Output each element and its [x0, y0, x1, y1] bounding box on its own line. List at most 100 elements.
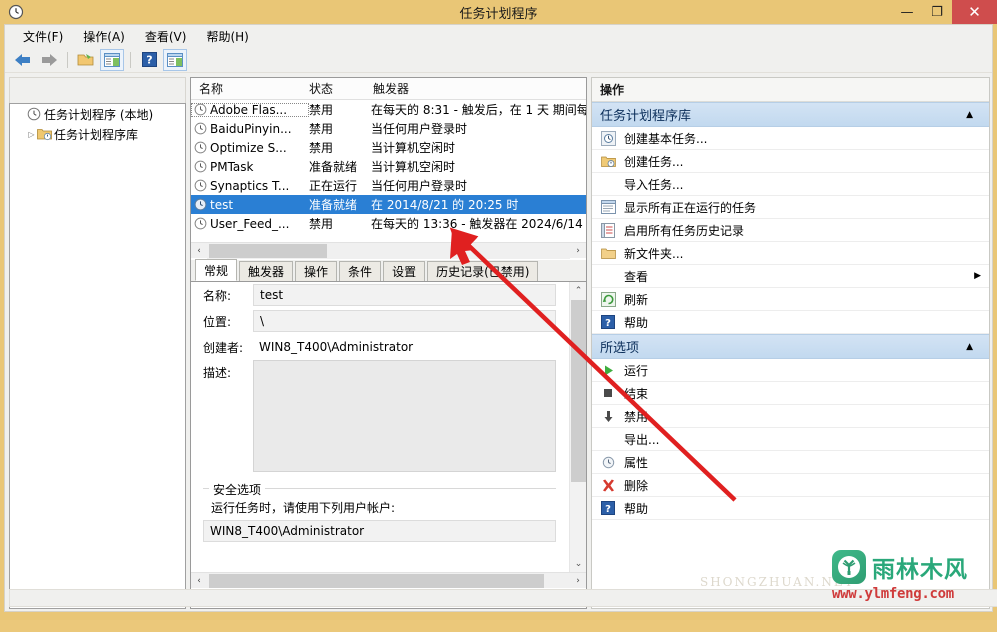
task-name-text: Adobe Flas... [210, 102, 288, 117]
task-list[interactable]: 名称 状态 触发器 Adobe Flas... 禁用 在每天的 8:31 - 触… [191, 78, 586, 259]
task-trigger-cell: 在每天的 8:31 - 触发后，在 1 天 期间每隔 1 ... [371, 103, 586, 117]
show-action-pane-icon[interactable] [163, 48, 187, 71]
menu-view[interactable]: 查看(V) [135, 26, 197, 47]
column-header-name[interactable]: 名称 [191, 80, 309, 97]
action-new-folder[interactable]: 新文件夹... [592, 242, 989, 265]
hscroll-track[interactable] [207, 242, 570, 259]
tab-conditions[interactable]: 条件 [339, 261, 382, 281]
task-list-header: 名称 状态 触发器 [191, 78, 586, 100]
task-list-hscrollbar[interactable]: ‹ › [191, 242, 586, 259]
new-folder-icon [600, 245, 616, 261]
tree-item-root[interactable]: 任务计划程序 (本地) [10, 104, 185, 124]
table-row[interactable]: User_Feed_... 禁用 在每天的 13:36 - 触发器在 2024/… [191, 214, 586, 233]
vscroll-thumb[interactable] [571, 300, 586, 482]
action-label: 创建基本任务... [624, 131, 708, 146]
minimize-button[interactable]: — [892, 0, 922, 24]
center-panel: 名称 状态 触发器 Adobe Flas... 禁用 在每天的 8:31 - 触… [190, 77, 587, 609]
no-icon [600, 268, 616, 284]
table-row[interactable]: Optimize S... 禁用 当计算机空闲时 [191, 138, 586, 157]
maximize-button[interactable]: ❐ [922, 0, 952, 24]
close-button[interactable]: ✕ [952, 0, 997, 24]
detail-hscrollbar[interactable]: ‹ › [191, 572, 586, 588]
hscroll-thumb[interactable] [209, 243, 327, 258]
actions-group-library-header[interactable]: 任务计划程序库 ▲ [592, 102, 989, 127]
tab-general[interactable]: 常规 [195, 259, 238, 281]
action-import-task[interactable]: 导入任务... [592, 173, 989, 196]
table-row[interactable]: BaiduPinyin... 禁用 当任何用户登录时 [191, 119, 586, 138]
back-arrow-icon[interactable] [11, 49, 35, 71]
column-header-status[interactable]: 状态 [309, 80, 371, 97]
window-title: 任务计划程序 [459, 7, 538, 22]
table-row[interactable]: Synaptics T... 正在运行 当任何用户登录时 [191, 176, 586, 195]
table-row[interactable]: PMTask 准备就绪 当计算机空闲时 [191, 157, 586, 176]
column-header-triggers[interactable]: 触发器 [371, 80, 586, 97]
chevron-up-icon[interactable]: ▲ [966, 110, 981, 120]
security-options-title: 安全选项 [209, 481, 266, 498]
submenu-arrow-icon[interactable]: ▶ [974, 271, 989, 281]
action-label: 新文件夹... [624, 246, 684, 261]
hscroll-track[interactable] [207, 572, 570, 588]
task-status-cell: 禁用 [309, 141, 334, 155]
action-label: 导入任务... [624, 177, 684, 192]
panels-container: 任务计划程序 (本地) ▷ 任务计划程序库 名称 状态 触发器 Adobe Fl… [9, 77, 990, 609]
forward-arrow-icon[interactable] [37, 49, 61, 71]
scroll-left-icon[interactable]: ‹ [191, 243, 207, 259]
table-row-selected[interactable]: test 准备就绪 在 2014/8/21 的 20:25 时 [191, 195, 586, 214]
properties-clock-icon [600, 454, 616, 470]
action-end[interactable]: 结束 [592, 382, 989, 405]
tab-actions[interactable]: 操作 [295, 261, 338, 281]
chevron-right-icon[interactable]: ▷ [26, 130, 37, 139]
open-folder-icon[interactable] [74, 49, 98, 71]
detail-row-location: 位置: \ [191, 308, 586, 334]
scroll-right-icon[interactable]: › [570, 243, 586, 259]
action-disable[interactable]: 禁用 [592, 405, 989, 428]
tab-settings[interactable]: 设置 [383, 261, 426, 281]
actions-group-selected-header[interactable]: 所选项 ▲ [592, 334, 989, 359]
tab-history[interactable]: 历史记录(已禁用) [427, 261, 539, 281]
action-properties[interactable]: 属性 [592, 451, 989, 474]
detail-value-description[interactable] [253, 360, 556, 472]
menu-action[interactable]: 操作(A) [73, 26, 135, 47]
scroll-up-icon[interactable]: ⌃ [570, 282, 586, 299]
tree-item-library[interactable]: ▷ 任务计划程序库 [10, 124, 185, 144]
action-create-basic-task[interactable]: 创建基本任务... [592, 127, 989, 150]
task-status-cell: 禁用 [309, 103, 334, 117]
action-enable-task-history[interactable]: 启用所有任务历史记录 [592, 219, 989, 242]
console-tree[interactable]: 任务计划程序 (本地) ▷ 任务计划程序库 [9, 103, 186, 609]
tree-item-root-label: 任务计划程序 (本地) [44, 107, 154, 122]
action-label: 属性 [624, 455, 649, 470]
scroll-left-icon[interactable]: ‹ [191, 573, 207, 589]
svg-text:?: ? [605, 504, 611, 515]
run-icon [600, 362, 616, 378]
task-name-cell: PMTask [191, 160, 309, 174]
action-create-task[interactable]: 创建任务... [592, 150, 989, 173]
menu-file[interactable]: 文件(F) [13, 26, 73, 47]
action-delete[interactable]: 删除 [592, 474, 989, 497]
scroll-down-icon[interactable]: ⌄ [570, 555, 586, 572]
tab-triggers[interactable]: 触发器 [239, 261, 294, 281]
clock-icon [194, 122, 207, 135]
table-row[interactable]: Adobe Flas... 禁用 在每天的 8:31 - 触发后，在 1 天 期… [191, 100, 586, 119]
action-help-selected[interactable]: ? 帮助 [592, 497, 989, 520]
action-show-running-tasks[interactable]: 显示所有正在运行的任务 [592, 196, 989, 219]
action-run[interactable]: 运行 [592, 359, 989, 382]
hscroll-thumb[interactable] [209, 573, 544, 588]
action-export[interactable]: 导出... [592, 428, 989, 451]
task-name-text: PMTask [210, 159, 254, 174]
chevron-up-icon[interactable]: ▲ [966, 342, 981, 352]
action-label: 结束 [624, 386, 649, 401]
scroll-right-icon[interactable]: › [570, 573, 586, 589]
task-name-text: test [210, 197, 234, 212]
svg-text:?: ? [146, 54, 152, 67]
help-icon[interactable]: ? [137, 49, 161, 71]
action-refresh[interactable]: 刷新 [592, 288, 989, 311]
task-trigger-cell: 在每天的 13:36 - 触发器在 2024/6/14 13:36:... [371, 217, 586, 231]
delete-x-icon [600, 477, 616, 493]
task-details-pane: 名称: test 位置: \ 创建者: WIN8_T400\Administra… [191, 282, 586, 588]
action-view[interactable]: 查看 ▶ [592, 265, 989, 288]
show-pane-icon[interactable] [100, 48, 124, 71]
detail-vscrollbar[interactable]: ⌃ ⌄ [569, 282, 586, 572]
clock-icon [194, 141, 207, 154]
action-help-library[interactable]: ? 帮助 [592, 311, 989, 334]
menu-help[interactable]: 帮助(H) [196, 26, 258, 47]
